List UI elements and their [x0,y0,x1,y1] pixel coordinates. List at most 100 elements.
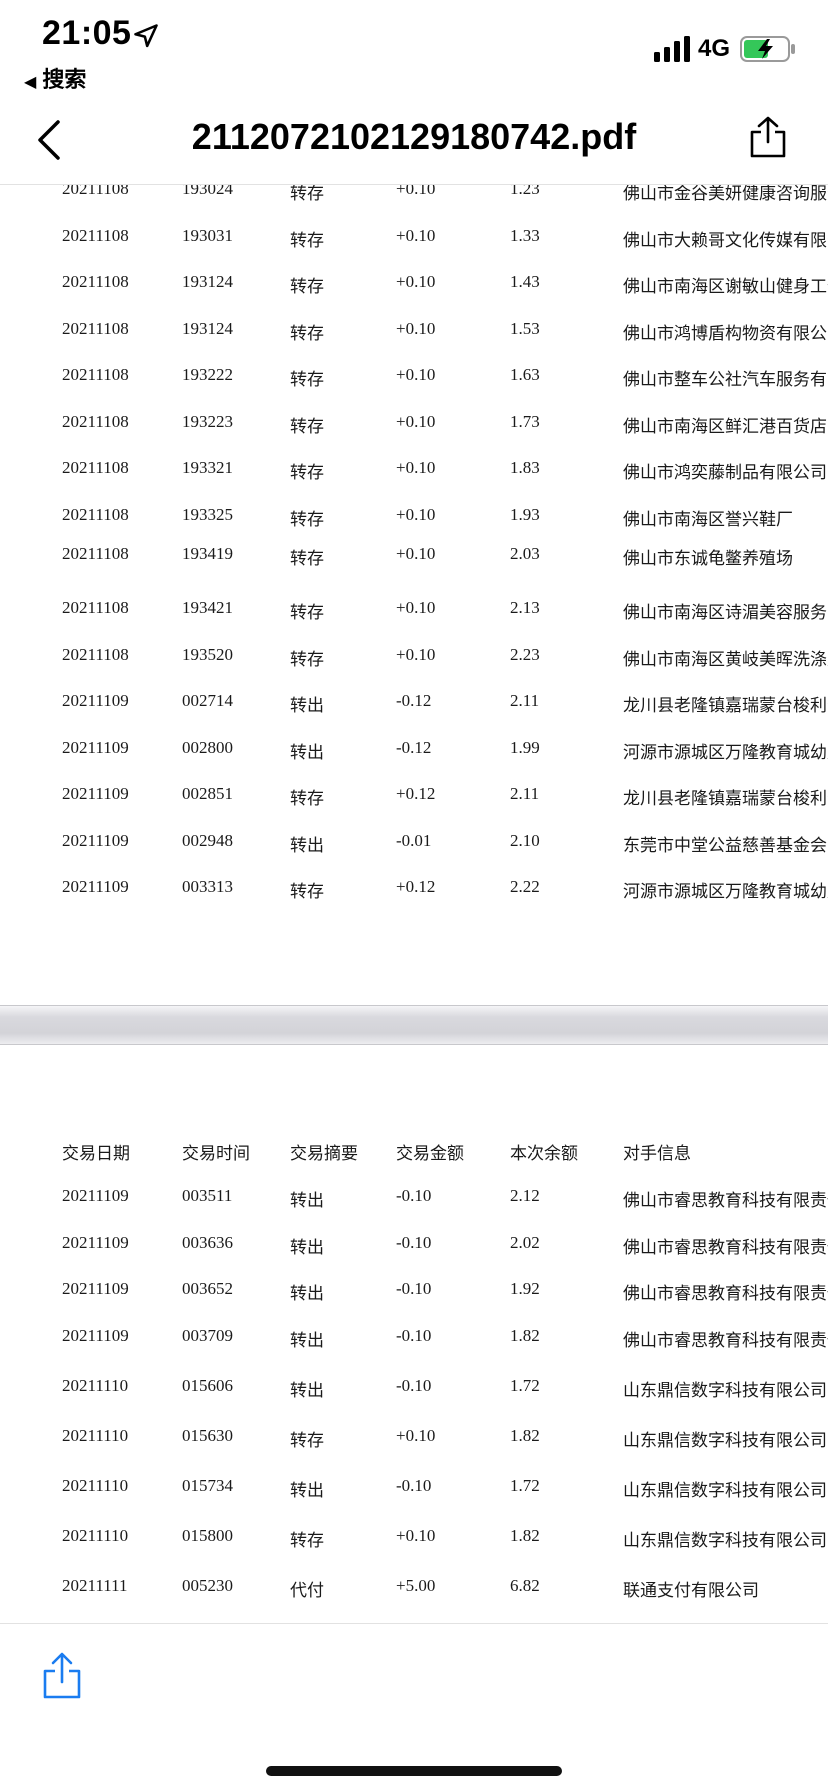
cell-balance: 1.82 [510,1326,540,1345]
cell-time: 005230 [182,1576,233,1595]
header-summary: 交易摘要 [290,1144,358,1163]
cell-balance: 1.92 [510,1279,540,1298]
cell-time: 002714 [182,691,233,710]
cell-amount: +0.10 [396,226,436,245]
cell-balance: 1.82 [510,1426,540,1445]
cell-counterparty: 佛山市东诚龟鳖养殖场 [623,549,793,568]
cell-time: 193031 [182,226,233,245]
cell-balance: 2.02 [510,1233,540,1252]
status-time: 21:05 [42,14,132,52]
cell-date: 20211108 [62,458,129,477]
cell-balance: 1.93 [510,505,540,524]
cell-time: 003313 [182,877,233,896]
table-row: 20211109 003652 转出 -0.10 1.92 佛山市睿思教育科技有限责任 [0,1279,828,1309]
table-row: 20211109 002948 转出 -0.01 2.10 东莞市中堂公益慈善基金会 [0,831,828,861]
cell-time: 193124 [182,319,233,338]
cell-counterparty: 佛山市鸿奕藤制品有限公司 [623,463,827,482]
cell-balance: 2.03 [510,544,540,563]
cell-time: 193520 [182,645,233,664]
cell-date: 20211108 [62,412,129,431]
cell-amount: +0.10 [396,1526,436,1545]
network-type: 4G [698,35,731,62]
cell-amount: -0.10 [396,1233,432,1252]
cell-amount: -0.10 [396,1326,432,1345]
cell-time: 015734 [182,1476,233,1495]
table-row: 20211108 193031 转存 +0.10 1.33 佛山市大赖哥文化传媒有限公 [0,226,828,256]
cell-counterparty: 佛山市睿思教育科技有限责任 [623,1284,828,1303]
cell-counterparty: 山东鼎信数字科技有限公司 [623,1481,827,1500]
cell-time: 193321 [182,458,233,477]
cell-time: 003709 [182,1326,233,1345]
cell-summary: 转存 [290,603,324,622]
cell-amount: -0.01 [396,831,432,850]
table-row: 20211110 015734 转出 -0.10 1.72 山东鼎信数字科技有限公司 [0,1476,828,1506]
back-app-label: 搜索 [42,67,87,92]
cell-date: 20211109 [62,1279,129,1298]
cell-date: 20211108 [62,598,129,617]
table-row: 20211109 003709 转出 -0.10 1.82 佛山市睿思教育科技有限责任 [0,1326,828,1356]
home-indicator[interactable] [266,1766,562,1776]
cell-balance: 1.53 [510,319,540,338]
cell-balance: 1.23 [510,185,540,198]
table-row: 20211110 015630 转存 +0.10 1.82 山东鼎信数字科技有限公司 [0,1426,828,1456]
table-header-row: 交易日期 交易时间 交易摘要 交易金额 本次余额 对手信息 [0,1139,828,1169]
cell-summary: 转出 [290,743,324,762]
cell-time: 193024 [182,185,233,198]
cell-summary: 代付 [290,1581,324,1600]
cell-date: 20211109 [62,1186,129,1205]
cell-summary: 转存 [290,185,324,203]
cell-date: 20211108 [62,645,129,664]
cell-time: 193419 [182,544,233,563]
cell-amount: +0.10 [396,272,436,291]
cell-summary: 转出 [290,1238,324,1257]
cell-date: 20211109 [62,877,129,896]
share-icon[interactable] [42,1652,82,1700]
cell-date: 20211109 [62,831,129,850]
cell-date: 20211108 [62,226,129,245]
cell-balance: 2.11 [510,691,540,710]
cell-balance: 1.82 [510,1526,540,1545]
cell-date: 20211109 [62,1233,129,1252]
cell-date: 20211109 [62,691,129,710]
cell-summary: 转出 [290,696,324,715]
cell-balance: 1.63 [510,365,540,384]
table-row: 20211108 193223 转存 +0.10 1.73 佛山市南海区鲜汇港百货店 [0,412,828,442]
table-row: 20211108 193124 转存 +0.10 1.53 佛山市鸿博盾构物资有限公司 [0,319,828,349]
signal-icon [654,36,690,62]
pdf-viewer[interactable]: 20211108 193024 转存 +0.10 1.23 佛山市金谷美妍健康咨询服务 2… [0,185,828,1623]
cell-balance: 6.82 [510,1576,540,1595]
cell-amount: -0.10 [396,1186,432,1205]
cell-counterparty: 山东鼎信数字科技有限公司 [623,1531,827,1550]
table-row: 20211110 015606 转出 -0.10 1.72 山东鼎信数字科技有限公司 [0,1376,828,1406]
cell-amount: +0.10 [396,185,436,198]
table-row: 20211109 002800 转出 -0.12 1.99 河源市源城区万隆教育城幼儿 [0,738,828,768]
page-break [0,1005,828,1045]
table-row: 20211108 193421 转存 +0.10 2.13 佛山市南海区诗湄美容服务中 [0,598,828,628]
cell-time: 193325 [182,505,233,524]
cell-time: 015630 [182,1426,233,1445]
cell-amount: +0.12 [396,877,436,896]
cell-balance: 1.73 [510,412,540,431]
cell-amount: -0.12 [396,738,432,757]
cell-balance: 1.72 [510,1476,540,1495]
cell-time: 003652 [182,1279,233,1298]
cell-amount: +0.10 [396,505,436,524]
cell-summary: 转存 [290,789,324,808]
cell-amount: +0.10 [396,365,436,384]
cell-amount: -0.10 [396,1376,432,1395]
location-arrow-icon [134,24,158,48]
cell-amount: +0.10 [396,412,436,431]
cell-amount: +0.10 [396,319,436,338]
cell-summary: 转存 [290,370,324,389]
cell-date: 20211110 [62,1476,129,1495]
back-to-app-button[interactable]: ◀ 搜索 [24,62,86,94]
cell-summary: 转存 [290,1531,324,1550]
cell-summary: 转存 [290,231,324,250]
cell-counterparty: 山东鼎信数字科技有限公司 [623,1381,827,1400]
cell-time: 002851 [182,784,233,803]
cell-balance: 2.13 [510,598,540,617]
share-icon[interactable] [748,116,788,158]
table-row: 20211108 193321 转存 +0.10 1.83 佛山市鸿奕藤制品有限公司 [0,458,828,488]
table-row: 20211109 003636 转出 -0.10 2.02 佛山市睿思教育科技有限责任 [0,1233,828,1263]
header-amount: 交易金额 [396,1144,464,1163]
